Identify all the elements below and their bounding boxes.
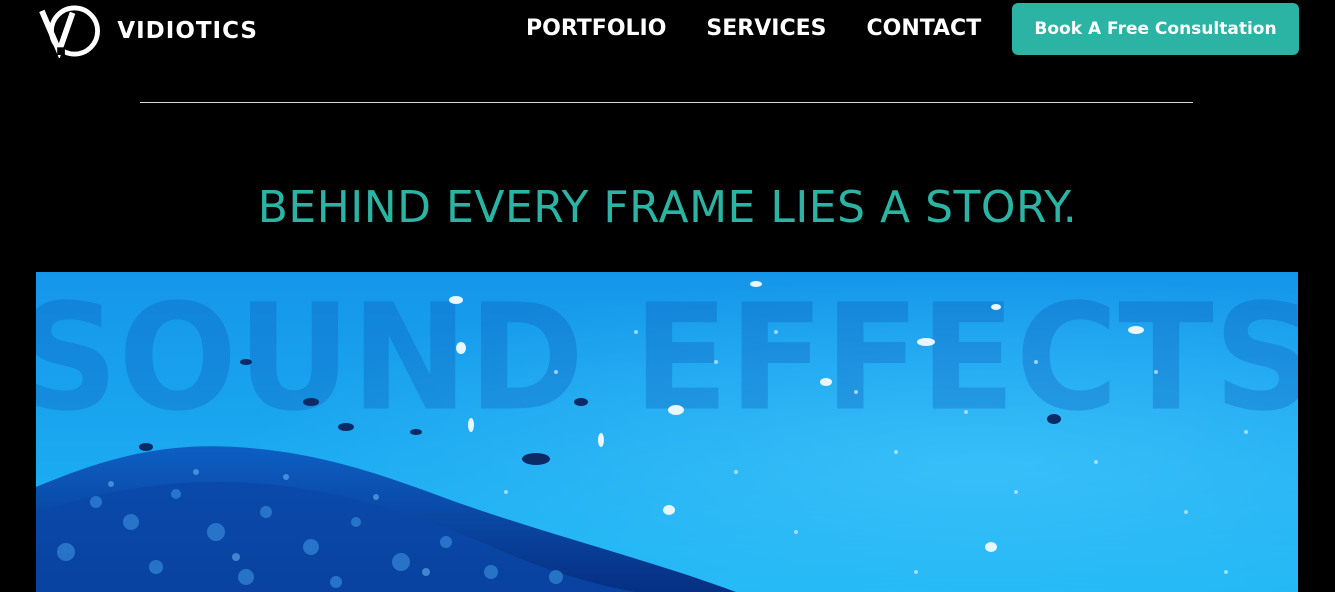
site-header: VIDIOTICS PORTFOLIO SERVICES CONTACT Boo… — [0, 0, 1335, 60]
nav-link-contact[interactable]: CONTACT — [866, 14, 981, 44]
nav-link-services[interactable]: SERVICES — [706, 14, 826, 44]
book-consultation-button[interactable]: Book A Free Consultation — [1012, 3, 1299, 55]
vd-monogram-logo-icon — [39, 5, 100, 58]
video-overlay-text: SOUND EFFECTS — [36, 272, 1298, 443]
section-divider — [140, 102, 1193, 103]
underwater-scene-image: SOUND EFFECTS — [36, 272, 1298, 592]
nav-link-portfolio[interactable]: PORTFOLIO — [526, 14, 666, 44]
hero-video[interactable]: SOUND EFFECTS — [36, 272, 1298, 592]
hero-headline: BEHIND EVERY FRAME LIES A STORY. — [257, 182, 1078, 233]
brand-name: VIDIOTICS — [117, 17, 258, 44]
brand-logo[interactable]: VIDIOTICS — [38, 4, 258, 58]
main-nav: PORTFOLIO SERVICES CONTACT — [526, 14, 981, 44]
